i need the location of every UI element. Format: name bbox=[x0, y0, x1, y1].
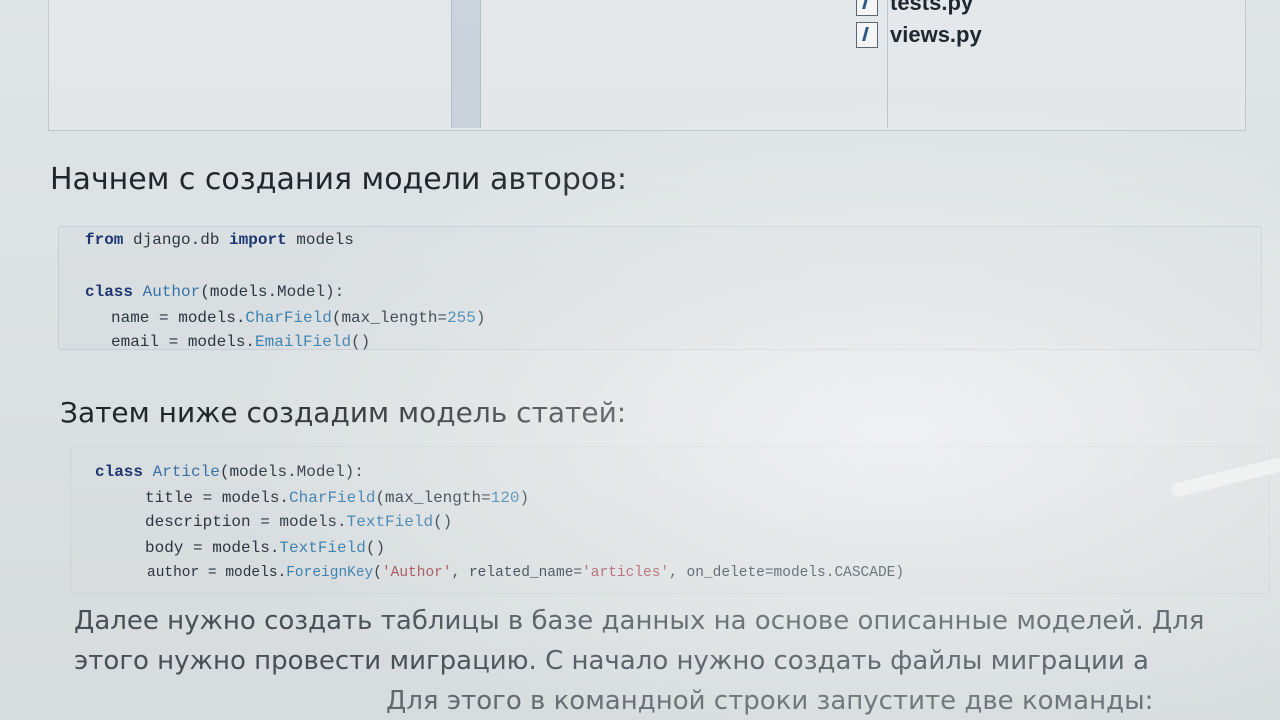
python-file-icon bbox=[856, 0, 878, 16]
paragraph-line: Для этого в командной строки запустите д… bbox=[386, 686, 1154, 716]
section-heading-articles: Затем ниже создадим модель статей: bbox=[60, 396, 627, 429]
code-line: name = models.CharField(max_length=255) bbox=[111, 309, 486, 327]
python-file-icon bbox=[856, 22, 878, 48]
code-line: email = models.EmailField() bbox=[111, 333, 371, 351]
file-tree-panel bbox=[48, 0, 1246, 131]
code-line: class Article(models.Model): bbox=[95, 463, 364, 481]
code-block-articles: class Article(models.Model): title = mod… bbox=[70, 446, 1270, 594]
panel-divider bbox=[887, 0, 888, 128]
code-line: from django.db import models bbox=[85, 231, 354, 249]
file-name: tests.py bbox=[890, 0, 974, 15]
scrollbar[interactable] bbox=[451, 0, 481, 128]
code-line: body = models.TextField() bbox=[145, 539, 386, 557]
paragraph-line: этого нужно провести миграцию. С начало … bbox=[74, 646, 1149, 676]
paragraph-line: Далее нужно создать таблицы в базе данны… bbox=[74, 606, 1205, 636]
code-line: class Author(models.Model): bbox=[85, 283, 345, 301]
file-item-tests[interactable]: tests.py bbox=[856, 0, 973, 16]
file-item-views[interactable]: views.py bbox=[856, 22, 982, 48]
section-heading-authors: Начнем с создания модели авторов: bbox=[50, 162, 628, 197]
file-name: views.py bbox=[890, 22, 982, 47]
code-line: author = models.ForeignKey('Author', rel… bbox=[147, 565, 905, 581]
code-line: title = models.CharField(max_length=120) bbox=[145, 489, 530, 507]
code-line: description = models.TextField() bbox=[145, 513, 453, 531]
code-block-authors: from django.db import models class Autho… bbox=[58, 226, 1262, 351]
